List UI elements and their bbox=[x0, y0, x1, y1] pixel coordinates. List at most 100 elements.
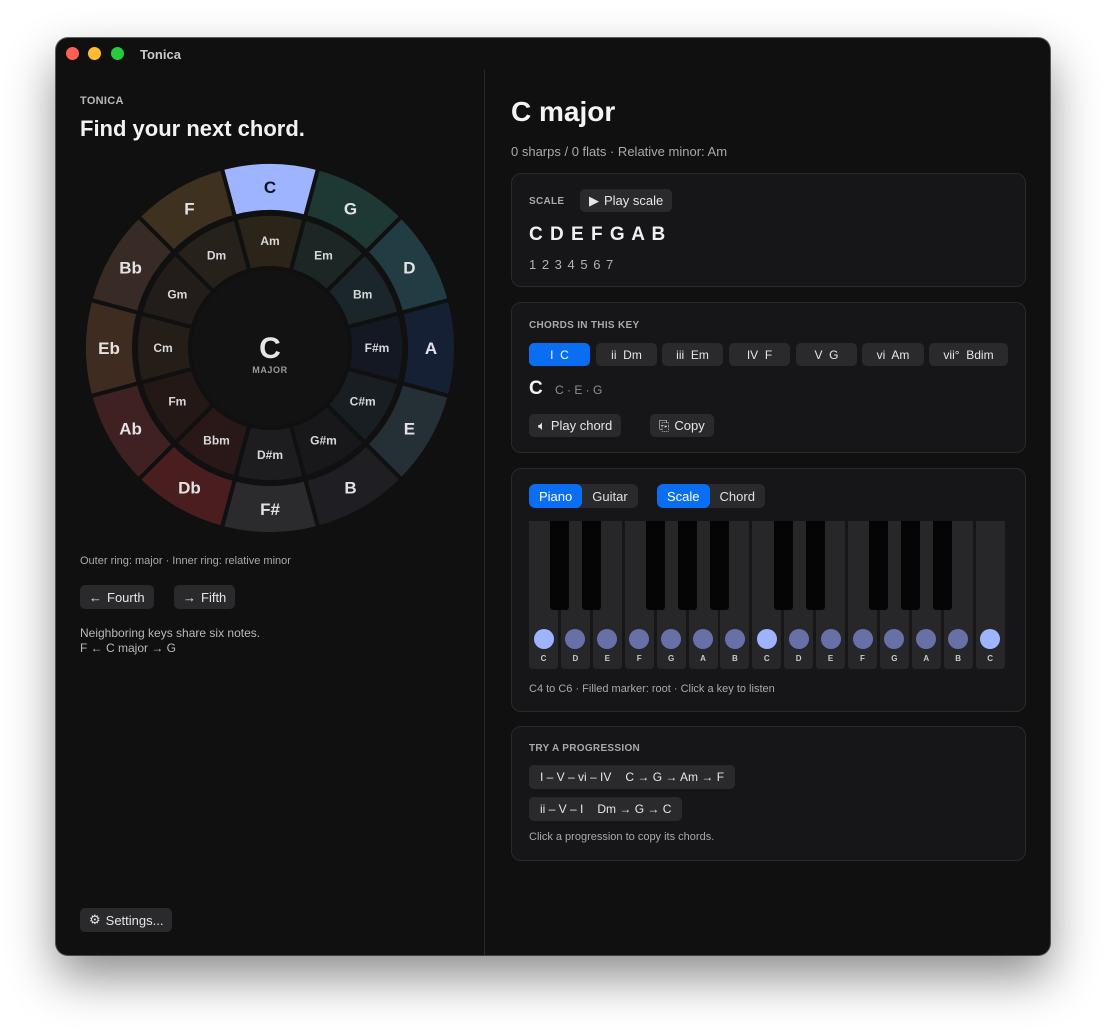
tab-chord[interactable]: Chord bbox=[710, 484, 765, 508]
black-key[interactable] bbox=[933, 521, 953, 610]
minor-key-label: F#m bbox=[365, 341, 390, 355]
note-marker bbox=[724, 629, 745, 649]
window-title: Tonica bbox=[140, 47, 181, 62]
progression-chords: Dm → G → C bbox=[597, 802, 672, 816]
play-chord-label: Play chord bbox=[550, 418, 613, 433]
keyboard-caption: C4 to C6 · Filled marker: root · Click a… bbox=[529, 683, 775, 695]
fourth-label: Fourth bbox=[107, 589, 145, 605]
minor-key-label: Am bbox=[260, 234, 279, 248]
black-key[interactable] bbox=[901, 521, 921, 610]
key-label: F bbox=[636, 654, 642, 663]
key-label: C bbox=[763, 654, 770, 663]
progression-card: TRY A PROGRESSION I – V – vi – IV C → G … bbox=[511, 726, 1026, 861]
progression-item[interactable]: I – V – vi – IV C → G → Am → F bbox=[529, 765, 736, 789]
minor-key-label: G#m bbox=[310, 434, 337, 448]
key-label: D bbox=[795, 654, 802, 663]
copy-icon: ⎘ bbox=[659, 417, 670, 433]
major-key-label: D bbox=[403, 259, 415, 278]
key-label: G bbox=[891, 654, 898, 663]
minor-key-label: Bm bbox=[353, 288, 372, 302]
major-key-label: F bbox=[184, 200, 194, 219]
titlebar: Tonica bbox=[56, 38, 1050, 70]
chord-chip[interactable]: V G bbox=[796, 343, 857, 366]
key-label: C bbox=[987, 654, 993, 663]
key-label: D bbox=[572, 654, 579, 663]
black-key[interactable] bbox=[773, 521, 793, 610]
fifth-button[interactable]: → Fifth bbox=[174, 585, 236, 609]
center-mode-label: MAJOR bbox=[252, 365, 288, 375]
note-marker bbox=[948, 629, 969, 649]
chord-chip[interactable]: vii° Bdim bbox=[929, 343, 1008, 366]
black-key[interactable] bbox=[869, 521, 889, 610]
minor-key-label: Fm bbox=[168, 395, 186, 409]
key-label: B bbox=[955, 654, 962, 663]
note-marker bbox=[916, 629, 937, 649]
note-marker bbox=[788, 629, 809, 649]
scale-degrees: 1 2 3 4 5 6 7 bbox=[529, 257, 615, 272]
major-key-label: C bbox=[264, 178, 276, 197]
minor-key-label: Bbm bbox=[203, 434, 230, 448]
progression-item[interactable]: ii – V – I Dm → G → C bbox=[529, 797, 683, 821]
black-key[interactable] bbox=[805, 521, 825, 610]
white-key[interactable]: C bbox=[975, 521, 1005, 669]
current-chord-notes: C · E · G bbox=[555, 383, 603, 397]
settings-button[interactable]: ⚙ Settings... bbox=[80, 908, 173, 932]
black-key[interactable] bbox=[550, 521, 570, 610]
scale-label: SCALE bbox=[529, 196, 565, 207]
major-key-label: Ab bbox=[119, 420, 142, 439]
note-marker bbox=[693, 629, 713, 649]
progression-numerals: ii – V – I bbox=[540, 802, 584, 816]
instrument-tabs: Piano Guitar bbox=[529, 484, 638, 508]
key-label: G bbox=[667, 654, 675, 663]
tab-guitar[interactable]: Guitar bbox=[582, 484, 637, 508]
pane-divider bbox=[484, 70, 485, 955]
instrument-card: Piano Guitar Scale Chord C D E F G A B C D E F G A B C… bbox=[511, 468, 1026, 712]
chord-chip[interactable]: iii Em bbox=[662, 343, 723, 366]
chords-label: CHORDS IN THIS KEY bbox=[529, 320, 640, 331]
key-label: F bbox=[860, 654, 865, 663]
note-marker bbox=[629, 629, 650, 649]
speaker-icon: 🔈︎ bbox=[538, 417, 546, 433]
minor-key-label: Cm bbox=[153, 341, 172, 355]
major-key-label: A bbox=[425, 339, 437, 358]
zoom-window-button[interactable] bbox=[111, 47, 124, 60]
headline: Find your next chord. bbox=[80, 116, 305, 141]
key-label: E bbox=[827, 654, 834, 663]
neighbor-note: Neighboring keys share six notes. bbox=[80, 626, 261, 640]
neighbor-path: F ← C major → G bbox=[80, 641, 177, 655]
play-icon: ▶ bbox=[589, 192, 599, 208]
play-scale-button[interactable]: ▶ Play scale bbox=[580, 189, 673, 212]
minimize-window-button[interactable] bbox=[88, 47, 101, 60]
black-key[interactable] bbox=[646, 521, 666, 610]
chord-chip[interactable]: IV F bbox=[729, 343, 790, 366]
note-marker bbox=[852, 629, 873, 649]
key-label: C bbox=[540, 654, 547, 663]
black-key[interactable] bbox=[678, 521, 697, 610]
play-chord-button[interactable]: 🔈︎ Play chord bbox=[529, 414, 622, 437]
tab-scale[interactable]: Scale bbox=[657, 484, 710, 508]
note-marker bbox=[533, 629, 554, 649]
chord-chip[interactable]: vi Am bbox=[862, 343, 924, 366]
chord-chip[interactable]: I C bbox=[529, 343, 590, 366]
copy-button[interactable]: ⎘ Copy bbox=[650, 414, 714, 437]
major-key-label: B bbox=[344, 478, 356, 497]
copy-label: Copy bbox=[674, 418, 705, 433]
display-mode-tabs: Scale Chord bbox=[657, 484, 765, 508]
circle-of-fifths: C G D A E B F# Db Ab Eb Bb F Am Em Bm F#m C#m G#m D#m Bbm Fm… bbox=[83, 161, 457, 535]
minor-key-label: C#m bbox=[350, 395, 376, 409]
key-title: C major bbox=[511, 96, 616, 127]
scale-card: SCALE ▶ Play scale C D E F G A B 1 2 3 4… bbox=[511, 173, 1026, 287]
note-marker bbox=[597, 629, 618, 649]
fourth-button[interactable]: ← Fourth bbox=[80, 585, 154, 609]
key-label: A bbox=[700, 654, 706, 663]
key-label: B bbox=[732, 654, 738, 663]
black-key[interactable] bbox=[709, 521, 729, 610]
black-key[interactable] bbox=[582, 521, 602, 610]
chord-chip[interactable]: ii Dm bbox=[596, 343, 657, 366]
minor-key-label: Gm bbox=[167, 288, 187, 302]
note-marker bbox=[980, 629, 1001, 649]
tab-piano[interactable]: Piano bbox=[529, 484, 583, 508]
major-key-label: Db bbox=[178, 478, 201, 497]
close-window-button[interactable] bbox=[66, 47, 79, 60]
major-key-label: G bbox=[344, 200, 357, 219]
